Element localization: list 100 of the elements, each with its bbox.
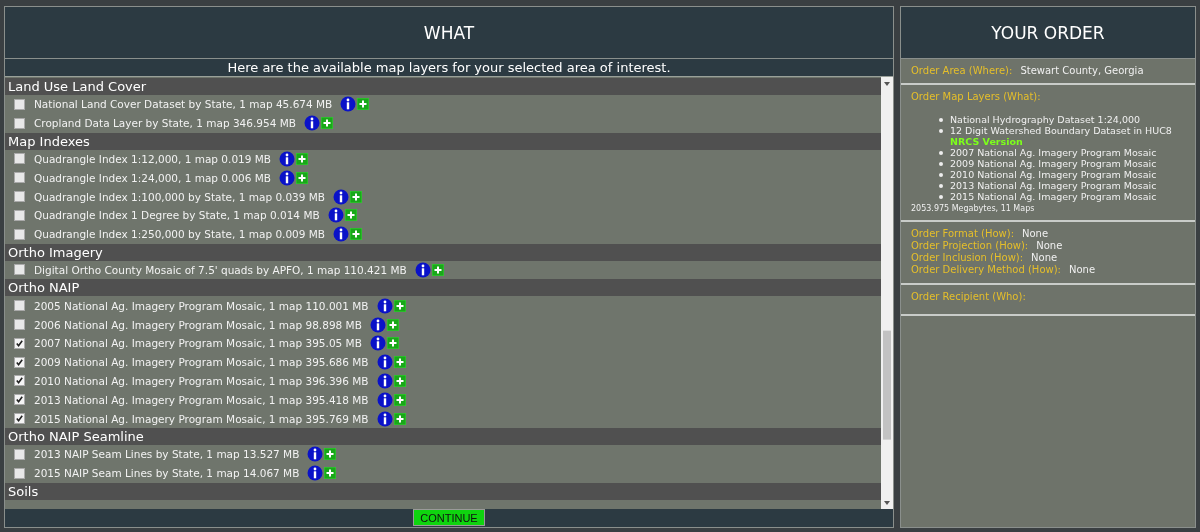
bullet-icon bbox=[939, 195, 943, 199]
layer-label: National Land Cover Dataset by State, 1 map 45.674 MB bbox=[34, 98, 333, 111]
order-layer: 2009 National Ag. Imagery Program Mosaic bbox=[950, 158, 1157, 169]
layer-label: 2015 NAIP Seam Lines by State, 1 map 14.067 MB bbox=[34, 467, 300, 480]
group-header: Land Use Land Cover bbox=[5, 78, 881, 95]
info-icon[interactable] bbox=[327, 207, 344, 224]
add-icon[interactable] bbox=[431, 263, 444, 276]
add-icon[interactable] bbox=[393, 412, 406, 425]
layer-label: Quadrangle Index 1:250,000 by State, 1 map 0.009 MB bbox=[34, 228, 326, 241]
checkbox[interactable] bbox=[14, 375, 25, 387]
info-icon[interactable] bbox=[414, 261, 431, 278]
layer-label: 2005 National Ag. Imagery Program Mosaic, 1 map 110.001 MB bbox=[34, 299, 369, 312]
info-icon[interactable] bbox=[279, 169, 296, 186]
order-option-value: None bbox=[1036, 240, 1063, 251]
layer-label: Quadrangle Index 1:12,000, 1 map 0.019 MB bbox=[34, 153, 272, 165]
checkbox[interactable] bbox=[14, 448, 25, 460]
layer-label: Quadrangle Index 1 Degree by State, 1 map 0.014 MB bbox=[34, 209, 320, 222]
info-icon[interactable] bbox=[369, 335, 386, 352]
layer-label: 2009 National Ag. Imagery Program Mosaic, 1 map 395.686 MB bbox=[34, 356, 369, 369]
info-icon[interactable] bbox=[376, 297, 393, 314]
add-icon[interactable] bbox=[393, 393, 406, 406]
checkbox[interactable] bbox=[14, 153, 25, 165]
group-header: Soils bbox=[5, 482, 881, 500]
add-icon[interactable] bbox=[350, 190, 363, 203]
add-icon[interactable] bbox=[324, 448, 337, 461]
add-icon[interactable] bbox=[324, 467, 337, 480]
add-icon[interactable] bbox=[344, 209, 357, 222]
order-option-label: Order Delivery Method (How): bbox=[911, 264, 1061, 275]
info-icon[interactable] bbox=[279, 151, 296, 167]
order-layer: 2015 National Ag. Imagery Program Mosaic bbox=[950, 191, 1157, 202]
add-icon[interactable] bbox=[393, 299, 406, 312]
bullet-icon bbox=[939, 184, 943, 188]
order-recipient-label: Order Recipient (Who): bbox=[911, 291, 1027, 302]
add-icon[interactable] bbox=[296, 153, 309, 165]
info-icon[interactable] bbox=[376, 354, 393, 371]
add-icon[interactable] bbox=[296, 171, 309, 184]
info-icon[interactable] bbox=[340, 96, 357, 113]
layer-label: Digital Ortho County Mosaic of 7.5' quads by APFO, 1 map 110.421 MB bbox=[34, 263, 407, 276]
info-icon[interactable] bbox=[307, 465, 324, 482]
continue-button[interactable]: CONTINUE bbox=[413, 509, 485, 526]
add-icon[interactable] bbox=[357, 98, 370, 111]
info-icon[interactable] bbox=[376, 372, 393, 389]
layer-label: 2015 National Ag. Imagery Program Mosaic, 1 map 395.769 MB bbox=[34, 412, 369, 425]
group-header: Map Indexes bbox=[5, 132, 881, 150]
checkbox[interactable] bbox=[14, 209, 25, 221]
order-option-label: Order Inclusion (How): bbox=[911, 252, 1024, 263]
layer-label: 2006 National Ag. Imagery Program Mosaic, 1 map 98.898 MB bbox=[34, 318, 362, 331]
order-layers-label: Order Map Layers (What): bbox=[911, 91, 1042, 102]
order-option-label: Order Format (How): bbox=[911, 228, 1014, 239]
group-header: Ortho NAIP bbox=[5, 279, 881, 297]
checkbox[interactable] bbox=[14, 228, 25, 240]
bullet-icon bbox=[939, 151, 943, 155]
scrollbar[interactable] bbox=[881, 77, 893, 509]
layer-label: 2013 National Ag. Imagery Program Mosaic, 1 map 395.418 MB bbox=[34, 393, 369, 406]
checkbox[interactable] bbox=[14, 117, 25, 129]
info-icon[interactable] bbox=[376, 391, 393, 408]
checkbox[interactable] bbox=[14, 319, 25, 331]
info-icon[interactable] bbox=[333, 188, 350, 205]
info-icon[interactable] bbox=[376, 410, 393, 427]
checkbox[interactable] bbox=[14, 413, 25, 425]
info-icon[interactable] bbox=[307, 446, 324, 463]
layer-label: Quadrangle Index 1:100,000 by State, 1 map 0.039 MB bbox=[34, 190, 326, 203]
bullet-icon bbox=[939, 173, 943, 177]
bullet-icon bbox=[939, 129, 943, 133]
info-icon[interactable] bbox=[303, 115, 320, 132]
info-icon[interactable] bbox=[333, 226, 350, 243]
add-icon[interactable] bbox=[393, 374, 406, 387]
checkbox[interactable] bbox=[14, 337, 25, 349]
checkbox[interactable] bbox=[14, 172, 25, 184]
panel-subtitle: Here are the available map layers for your selected area of interest. bbox=[226, 59, 672, 76]
bullet-icon bbox=[939, 162, 943, 166]
order-layer: 2010 National Ag. Imagery Program Mosaic bbox=[950, 169, 1157, 180]
checkbox[interactable] bbox=[14, 264, 25, 276]
order-option-value: None bbox=[1068, 264, 1096, 275]
add-icon[interactable] bbox=[386, 337, 399, 350]
order-option-value: None bbox=[1022, 228, 1049, 239]
layer-label: 2013 NAIP Seam Lines by State, 1 map 13.527 MB bbox=[34, 448, 300, 461]
add-icon[interactable] bbox=[393, 356, 406, 369]
order-layer: 2007 National Ag. Imagery Program Mosaic bbox=[950, 147, 1157, 158]
bullet-icon bbox=[939, 118, 943, 122]
layer-note: NRCS Version bbox=[950, 136, 1024, 147]
order-option-label: Order Projection (How): bbox=[911, 240, 1029, 251]
order-area-value: Stewart County, Georgia bbox=[1020, 65, 1144, 76]
add-icon[interactable] bbox=[350, 228, 363, 241]
panel-title: YOUR ORDER bbox=[901, 7, 1195, 59]
checkbox[interactable] bbox=[14, 394, 25, 406]
add-icon[interactable] bbox=[386, 318, 399, 331]
checkbox[interactable] bbox=[14, 467, 25, 479]
checkbox[interactable] bbox=[14, 356, 25, 368]
layer-label: 2007 National Ag. Imagery Program Mosaic, 1 map 395.05 MB bbox=[34, 337, 362, 350]
add-icon[interactable] bbox=[320, 117, 333, 130]
order-area-label: Order Area (Where): bbox=[911, 65, 1013, 76]
info-icon[interactable] bbox=[369, 316, 386, 333]
checkbox[interactable] bbox=[14, 98, 25, 110]
group-header: Ortho Imagery bbox=[5, 243, 881, 261]
layer-label: 2010 National Ag. Imagery Program Mosaic, 1 map 396.396 MB bbox=[34, 374, 369, 387]
checkbox[interactable] bbox=[14, 191, 25, 203]
order-option-value: None bbox=[1031, 252, 1058, 263]
checkbox[interactable] bbox=[14, 300, 25, 312]
group-header: Ortho NAIP Seamline bbox=[5, 427, 881, 445]
